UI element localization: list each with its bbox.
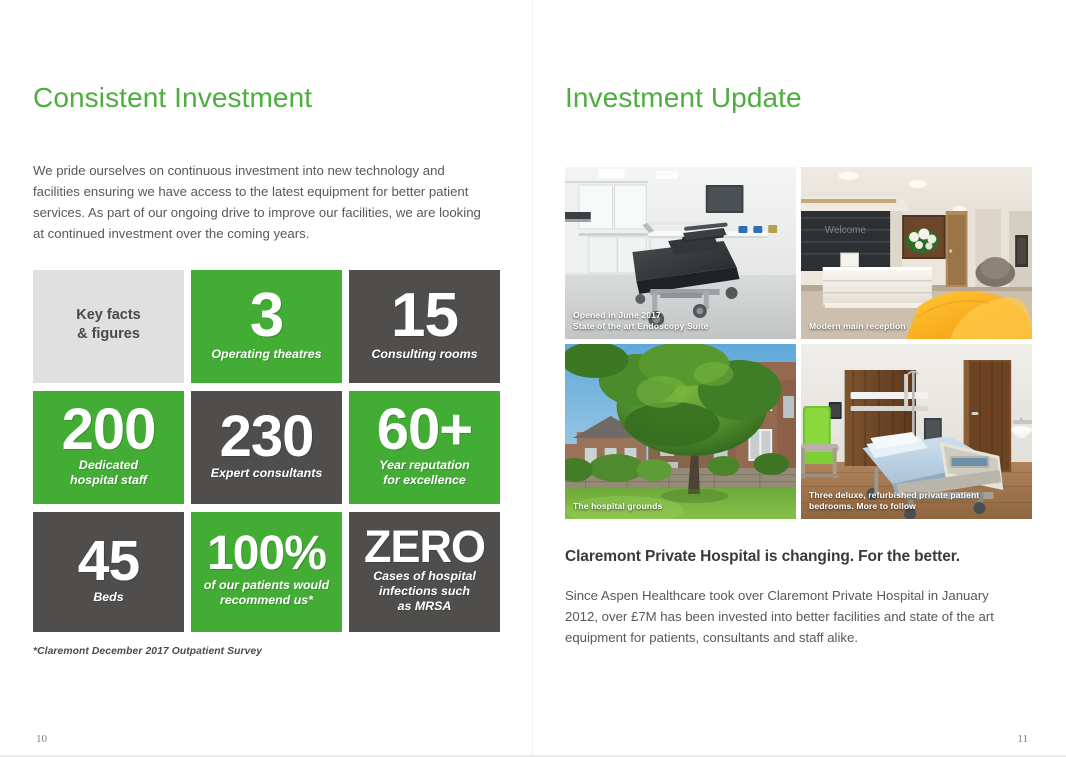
left-page: Consistent Investment We pride ourselves…: [0, 0, 533, 757]
stat-number: 3: [249, 281, 284, 351]
stat-card-consulting-rooms: 15 Consulting rooms: [349, 270, 500, 383]
stat-label: of our patients would recommend us*: [203, 578, 330, 608]
stat-card-hospital-staff: 200 Dedicated hospital staff: [33, 391, 184, 504]
stat-label: Year reputation for excellence: [379, 458, 470, 488]
stat-card-expert-consultants: 230 Expert consultants: [191, 391, 342, 504]
stat-label: Beds: [93, 589, 124, 604]
stat-label: Dedicated hospital staff: [70, 458, 147, 488]
stat-label: Key facts & figures: [76, 306, 141, 342]
investment-body-paragraph: Since Aspen Healthcare took over Claremo…: [565, 588, 994, 645]
stat-label: Operating theatres: [211, 346, 322, 361]
svg-text:Welcome: Welcome: [825, 225, 867, 236]
document-spread: Consistent Investment We pride ourselves…: [0, 0, 1066, 757]
stat-card-recommend: 100% of our patients would recommend us*: [191, 512, 342, 632]
key-facts-grid: Key facts & figures 3 Operating theatres…: [33, 270, 500, 632]
endoscopy-suite-photo: Opened in June 2017 State of the art End…: [565, 167, 796, 339]
main-reception-photo: Welcome Modern main reception: [801, 167, 1032, 339]
private-patient-bedroom-photo: Three deluxe, refurbished private patien…: [801, 344, 1032, 519]
page-number-right: 11: [1017, 733, 1028, 745]
stat-card-year-reputation: 60+ Year reputation for excellence: [349, 391, 500, 504]
stat-card-operating-theatres: 3 Operating theatres: [191, 270, 342, 383]
page-number-left: 10: [36, 733, 47, 745]
page-title-left: Consistent Investment: [33, 82, 313, 113]
photo-gallery: Opened in June 2017 State of the art End…: [565, 167, 1032, 519]
stat-number: ZERO: [363, 520, 486, 572]
stat-card-key-facts: Key facts & figures: [33, 270, 184, 383]
stat-label: Expert consultants: [210, 465, 323, 480]
stat-number: 100%: [207, 526, 327, 580]
photo-caption: Three deluxe, refurbished private patien…: [809, 490, 980, 511]
stat-card-beds: 45 Beds: [33, 512, 184, 632]
investment-subhead: Claremont Private Hospital is changing. …: [565, 548, 960, 565]
stat-number: 15: [391, 281, 459, 351]
hospital-grounds-photo: The hospital grounds: [565, 344, 796, 519]
photo-caption: Opened in June 2017 State of the art End…: [573, 310, 709, 331]
stat-label: Consulting rooms: [371, 346, 478, 361]
photo-caption: The hospital grounds: [573, 501, 663, 511]
survey-footnote: *Claremont December 2017 Outpatient Surv…: [33, 646, 263, 657]
stat-number: 230: [219, 404, 315, 470]
stat-number: 60+: [376, 396, 473, 462]
page-title-right: Investment Update: [565, 82, 802, 113]
intro-paragraph: We pride ourselves on continuous investm…: [33, 163, 481, 241]
stat-card-zero-infections: ZERO Cases of hospital infections such a…: [349, 512, 500, 632]
stat-label: Cases of hospital infections such as MRS…: [373, 569, 476, 614]
stat-number: 200: [61, 396, 157, 462]
stat-number: 45: [77, 529, 140, 594]
photo-caption: Modern main reception: [809, 321, 906, 331]
